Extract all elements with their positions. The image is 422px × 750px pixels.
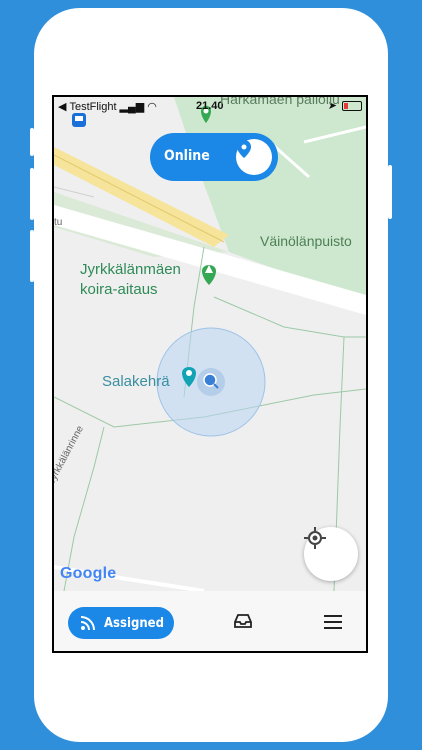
assigned-label: Assigned: [104, 615, 164, 631]
app-screen: ◀ TestFlight ▂▄▆ ◠ 21.40 ➤ Harkämäen pal…: [52, 95, 368, 653]
side-button-left-2: [30, 168, 34, 220]
map-label-dog-park-1: Jyrkkälänmäen: [80, 261, 181, 278]
rss-icon: [80, 616, 95, 631]
side-button-left-1: [30, 128, 34, 156]
back-arrow-icon[interactable]: ◀: [58, 100, 66, 113]
carrier-label: TestFlight: [69, 100, 117, 113]
crosshair-icon: [304, 527, 326, 549]
wifi-icon: ◠: [147, 101, 157, 113]
side-button-right: [388, 165, 392, 219]
bus-icon[interactable]: [72, 113, 86, 127]
inbox-icon[interactable]: [234, 613, 252, 634]
assigned-tab-button[interactable]: Assigned: [68, 607, 174, 639]
google-attribution: Google: [60, 565, 117, 582]
menu-icon[interactable]: [324, 615, 342, 634]
online-status-toggle[interactable]: Online: [150, 133, 278, 181]
map-label-park: Väinölänpuisto: [260, 233, 352, 249]
map-pin-icon: [236, 139, 272, 175]
map-view[interactable]: ◀ TestFlight ▂▄▆ ◠ 21.40 ➤ Harkämäen pal…: [54, 97, 366, 591]
signal-icon: ▂▄▆: [119, 101, 145, 113]
locate-me-button[interactable]: [304, 527, 358, 581]
battery-icon: [342, 100, 362, 111]
map-label-salakehra: Salakehrä: [102, 373, 170, 390]
side-button-left-3: [30, 230, 34, 282]
map-label-left-edge: tu: [54, 217, 63, 228]
map-label-top-street: Harkämäen palloilu: [220, 97, 340, 107]
bottom-nav: Assigned: [54, 591, 366, 651]
map-label-dog-park-2: koira-aitaus: [80, 281, 158, 298]
online-status-label: Online: [164, 148, 210, 164]
